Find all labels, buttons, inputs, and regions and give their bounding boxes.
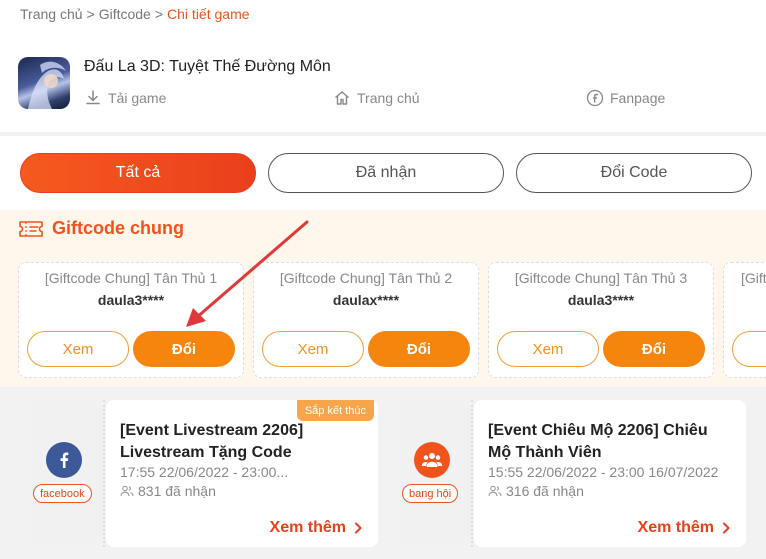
tab-received[interactable]: Đã nhận xyxy=(268,153,504,193)
giftcode-code: daula3**** xyxy=(97,292,165,308)
redeem-button[interactable]: Đổi xyxy=(133,331,235,367)
event-count-label: 831 đã nhận xyxy=(138,483,216,499)
see-more-label: Xem thêm xyxy=(637,519,714,536)
event-received-count: 831 đã nhận xyxy=(120,483,216,499)
ending-soon-badge: Sắp kết thúc xyxy=(296,400,374,421)
giftcode-section: Giftcode chung [Giftcode Chung] Tân Thủ … xyxy=(0,210,766,387)
tab-all[interactable]: Tất cả xyxy=(20,153,256,193)
redeem-button[interactable]: Đổi xyxy=(368,331,470,367)
breadcrumb: Trang chủ > Giftcode > Chi tiết game xyxy=(20,6,250,22)
see-more-link[interactable]: Xem thêm xyxy=(638,519,730,537)
event-source-tag: bang hội xyxy=(402,484,459,503)
giftcode-card: [Giftcode Chung] Tân Thủ 1 daula3**** Xe… xyxy=(18,262,244,378)
giftcode-name: [Giftcode Chung] Tân Thủ 3 xyxy=(514,270,688,286)
event-body: Sắp kết thúc [Event Livestream 2206] Liv… xyxy=(106,400,378,547)
event-title: [Event Livestream 2206] Livestream Tặng … xyxy=(120,422,304,461)
giftcode-name: [Gift xyxy=(741,270,766,286)
see-more-label: Xem thêm xyxy=(269,519,346,536)
ticket-perforation xyxy=(471,400,473,547)
giftcode-card-partial: [Gift xyxy=(723,262,766,378)
giftcode-card: [Giftcode Chung] Tân Thủ 2 daulax**** Xe… xyxy=(253,262,479,378)
breadcrumb-giftcode[interactable]: Giftcode xyxy=(99,6,151,22)
chevron-right-icon xyxy=(723,522,730,534)
download-game-link[interactable]: Tải game xyxy=(84,89,166,107)
giftcode-name: [Giftcode Chung] Tân Thủ 1 xyxy=(44,270,218,286)
ticket-icon xyxy=(19,220,43,237)
giftcode-name: [Giftcode Chung] Tân Thủ 2 xyxy=(279,270,453,286)
event-count-label: 316 đã nhận xyxy=(506,483,584,499)
download-game-label: Tải game xyxy=(108,90,167,106)
home-icon xyxy=(335,91,349,105)
game-art-icon xyxy=(28,61,66,109)
event-received-count: 316 đã nhận xyxy=(488,483,584,499)
download-icon xyxy=(86,90,100,105)
fanpage-link[interactable]: Fanpage xyxy=(586,89,665,107)
view-button[interactable]: Xem xyxy=(262,331,364,367)
users-icon xyxy=(120,485,134,497)
fanpage-label: Fanpage xyxy=(610,90,666,106)
event-card[interactable]: facebook Sắp kết thúc [Event Livestream … xyxy=(26,400,378,547)
game-title: Đấu La 3D: Tuyệt Thế Đường Môn xyxy=(84,58,331,75)
giftcode-code: daulax**** xyxy=(332,292,400,308)
giftcode-card-list: [Giftcode Chung] Tân Thủ 1 daula3**** Xe… xyxy=(0,262,766,380)
breadcrumb-separator: > xyxy=(154,6,164,22)
event-date: 17:55 22/06/2022 - 23:00... xyxy=(120,464,289,480)
redeem-button[interactable]: Đổi xyxy=(603,331,705,367)
giftcode-card: [Giftcode Chung] Tân Thủ 3 daula3**** Xe… xyxy=(488,262,714,378)
guild-icon xyxy=(414,442,450,478)
event-card[interactable]: bang hội [Event Chiêu Mộ 2206] Chiêu Mộ … xyxy=(394,400,746,547)
game-links: Tải game Trang chủ Fanpage xyxy=(84,89,764,109)
view-button[interactable]: Xem xyxy=(27,331,129,367)
tab-redeem-code[interactable]: Đổi Code xyxy=(516,153,752,193)
event-stub: facebook xyxy=(26,400,102,547)
ticket-perforation xyxy=(103,400,105,547)
chevron-right-icon xyxy=(355,522,362,534)
see-more-link[interactable]: Xem thêm xyxy=(270,519,362,537)
breadcrumb-separator: > xyxy=(86,6,95,22)
breadcrumb-home[interactable]: Trang chủ xyxy=(20,6,83,22)
users-icon xyxy=(488,485,502,497)
breadcrumb-current: Chi tiết game xyxy=(167,6,250,22)
view-button[interactable]: Xem xyxy=(497,331,599,367)
event-date: 15:55 22/06/2022 - 23:00 16/07/2022 xyxy=(488,464,719,480)
homepage-label: Trang chủ xyxy=(357,90,420,106)
filter-tabs: Tất cả Đã nhận Đổi Code xyxy=(0,136,766,210)
section-title-label: Giftcode chung xyxy=(52,218,184,238)
event-source-tag: facebook xyxy=(33,484,92,503)
event-body: [Event Chiêu Mộ 2206] Chiêu Mộ Thành Viê… xyxy=(474,400,746,547)
facebook-circle-icon xyxy=(586,89,604,107)
section-title: Giftcode chung xyxy=(18,218,184,239)
homepage-link[interactable]: Trang chủ xyxy=(333,89,420,107)
game-header: Trang chủ > Giftcode > Chi tiết game Đấu La … xyxy=(0,0,766,132)
event-title: [Event Chiêu Mộ 2206] Chiêu Mộ Thành Viê… xyxy=(488,422,708,461)
view-button[interactable] xyxy=(732,331,766,367)
giftcode-code: daula3**** xyxy=(567,292,635,308)
event-stub: bang hội xyxy=(394,400,470,547)
game-avatar xyxy=(18,57,70,109)
facebook-icon xyxy=(46,442,82,478)
